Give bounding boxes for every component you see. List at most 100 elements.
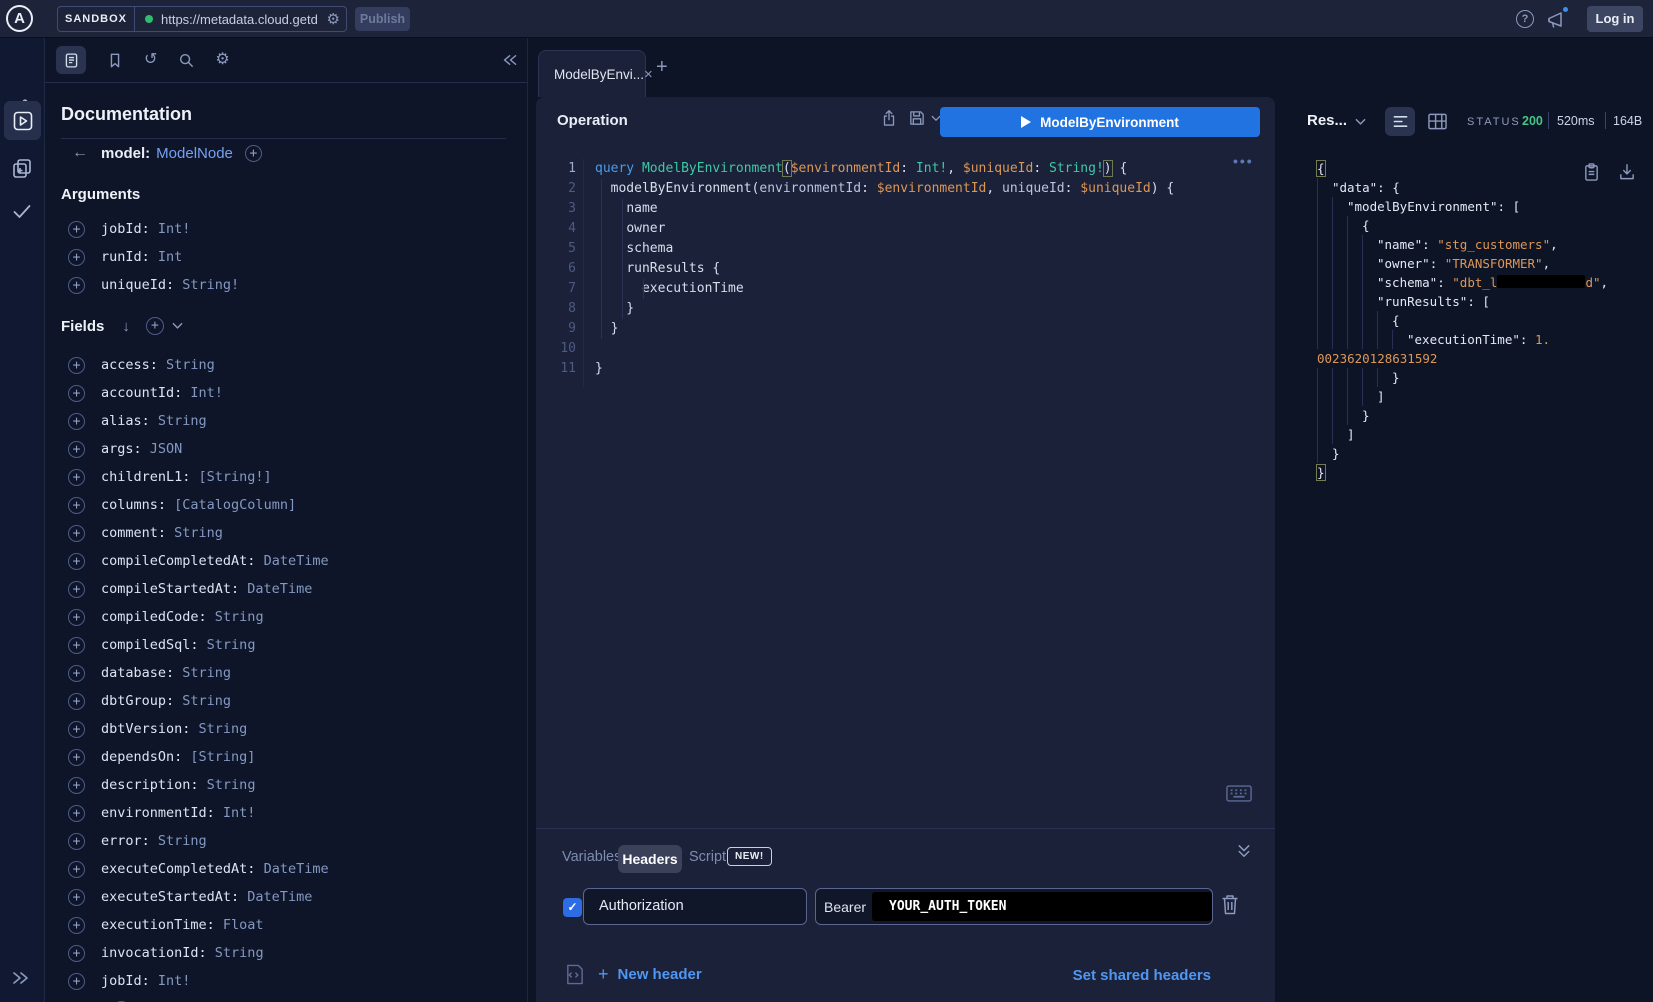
preflight-script-icon[interactable]: [564, 963, 585, 986]
field-row[interactable]: +accountId: Int!: [45, 379, 527, 407]
collections-icon[interactable]: [11, 157, 33, 179]
field-row[interactable]: +invocationId: String: [45, 939, 527, 967]
add-field-to-query-icon[interactable]: +: [68, 805, 85, 822]
breadcrumb-type-link[interactable]: ModelNode: [156, 145, 233, 162]
add-all-fields-icon[interactable]: +: [146, 317, 164, 335]
code-line[interactable]: 9 }: [536, 319, 1275, 339]
field-row[interactable]: +error: String: [45, 827, 527, 855]
publish-button[interactable]: Publish: [355, 7, 410, 31]
header-name-input[interactable]: Authorization: [583, 888, 807, 925]
field-row[interactable]: +executionTime: Float: [45, 911, 527, 939]
field-row[interactable]: +environmentId: Int!: [45, 799, 527, 827]
new-header-button[interactable]: + New header: [598, 965, 702, 983]
chevron-down-icon[interactable]: [172, 322, 183, 330]
field-row[interactable]: +executeCompletedAt: DateTime: [45, 855, 527, 883]
field-row[interactable]: +dependsOn: [String]: [45, 743, 527, 771]
field-row[interactable]: +database: String: [45, 659, 527, 687]
add-field-to-query-icon[interactable]: +: [68, 693, 85, 710]
query-editor[interactable]: 1query ModelByEnvironment($environmentId…: [536, 159, 1275, 379]
run-operation-button[interactable]: ModelByEnvironment: [940, 107, 1260, 137]
close-tab-icon[interactable]: ×: [644, 67, 653, 82]
response-dropdown-chevron-icon[interactable]: [1355, 118, 1366, 126]
code-line[interactable]: 3 name: [536, 199, 1275, 219]
settings-gear-icon[interactable]: ⚙: [215, 52, 229, 68]
field-row[interactable]: +dbtVersion: String: [45, 715, 527, 743]
sort-fields-icon[interactable]: ↓: [122, 318, 130, 335]
add-field-to-query-icon[interactable]: +: [68, 833, 85, 850]
argument-row[interactable]: +jobId: Int!: [45, 215, 527, 243]
set-shared-headers-link[interactable]: Set shared headers: [1073, 967, 1211, 984]
add-field-to-query-icon[interactable]: +: [68, 945, 85, 962]
field-row[interactable]: +compiledSql: String: [45, 631, 527, 659]
add-field-to-query-icon[interactable]: +: [68, 581, 85, 598]
add-field-to-query-icon[interactable]: +: [68, 889, 85, 906]
save-operation-icon[interactable]: [908, 109, 926, 127]
add-field-to-query-icon[interactable]: +: [68, 637, 85, 654]
bookmarks-icon[interactable]: [107, 52, 123, 69]
add-field-to-query-icon[interactable]: +: [68, 973, 85, 990]
code-line[interactable]: 11}: [536, 359, 1275, 379]
field-row[interactable]: +dbtGroup: String: [45, 687, 527, 715]
field-row[interactable]: +childrenL1: [String!]: [45, 463, 527, 491]
back-arrow-icon[interactable]: ←: [72, 144, 88, 162]
expand-rail-icon[interactable]: [10, 969, 30, 987]
delete-header-icon[interactable]: [1220, 893, 1240, 916]
code-line[interactable]: 4 owner: [536, 219, 1275, 239]
add-field-to-query-icon[interactable]: +: [68, 357, 85, 374]
search-icon[interactable]: [178, 52, 194, 68]
field-row[interactable]: +executeStartedAt: DateTime: [45, 883, 527, 911]
tab-variables[interactable]: Variables: [562, 849, 621, 865]
field-row[interactable]: +compiledCode: String: [45, 603, 527, 631]
field-row[interactable]: +compileCompletedAt: DateTime: [45, 547, 527, 575]
field-row[interactable]: +jobId: Int!: [45, 967, 527, 995]
header-enabled-checkbox[interactable]: ✓: [563, 898, 582, 917]
apollo-logo[interactable]: A: [6, 5, 33, 32]
add-field-to-query-icon[interactable]: +: [68, 609, 85, 626]
documentation-tab-selected[interactable]: [56, 46, 86, 74]
tab-headers-selected[interactable]: Headers: [618, 845, 682, 873]
argument-row[interactable]: +runId: Int: [45, 243, 527, 271]
add-field-to-query-icon[interactable]: +: [68, 861, 85, 878]
add-field-to-query-icon[interactable]: +: [68, 777, 85, 794]
add-field-to-query-icon[interactable]: +: [68, 441, 85, 458]
add-field-to-query-icon[interactable]: +: [68, 249, 85, 266]
add-field-to-query-icon[interactable]: +: [68, 469, 85, 486]
formatted-view-toggle-selected[interactable]: [1385, 107, 1415, 136]
login-button[interactable]: Log in: [1587, 6, 1643, 32]
add-field-to-query-icon[interactable]: +: [68, 385, 85, 402]
field-row[interactable]: +compileStartedAt: DateTime: [45, 575, 527, 603]
add-field-to-query-icon[interactable]: +: [68, 413, 85, 430]
collapse-panel-icon[interactable]: [502, 52, 519, 68]
add-field-to-query-icon[interactable]: +: [68, 749, 85, 766]
help-icon[interactable]: ?: [1516, 10, 1534, 28]
response-panel-title[interactable]: Res...: [1307, 112, 1347, 129]
operation-tab[interactable]: ModelByEnvi... ×: [538, 50, 646, 97]
endpoint-url-input[interactable]: https://metadata.cloud.getd: [161, 12, 319, 27]
add-field-to-query-icon[interactable]: +: [68, 525, 85, 542]
code-line[interactable]: 1query ModelByEnvironment($environmentId…: [536, 159, 1275, 179]
checks-icon[interactable]: [11, 200, 33, 222]
field-row[interactable]: +args: JSON: [45, 435, 527, 463]
code-line[interactable]: 7 executionTime: [536, 279, 1275, 299]
field-row[interactable]: +description: String: [45, 771, 527, 799]
table-view-toggle-icon[interactable]: [1427, 112, 1448, 131]
add-field-to-query-icon[interactable]: +: [68, 221, 85, 238]
auth-token-value[interactable]: YOUR_AUTH_TOKEN: [872, 892, 1212, 921]
argument-row[interactable]: +uniqueId: String!: [45, 271, 527, 299]
code-line[interactable]: 6 runResults {: [536, 259, 1275, 279]
header-value-input[interactable]: Bearer YOUR_AUTH_TOKEN: [815, 888, 1213, 925]
add-field-to-query-icon[interactable]: +: [68, 721, 85, 738]
collapse-sheet-icon[interactable]: [1236, 843, 1252, 860]
code-line[interactable]: 8 }: [536, 299, 1275, 319]
add-field-to-query-icon[interactable]: +: [68, 553, 85, 570]
add-field-to-query-icon[interactable]: +: [68, 917, 85, 934]
add-field-to-query-icon[interactable]: +: [68, 665, 85, 682]
field-row[interactable]: +columns: [CatalogColumn]: [45, 491, 527, 519]
history-icon[interactable]: ↺: [144, 52, 157, 68]
field-row[interactable]: +alias: String: [45, 407, 527, 435]
code-line[interactable]: 5 schema: [536, 239, 1275, 259]
new-tab-icon[interactable]: +: [656, 57, 668, 77]
code-line[interactable]: 2 modelByEnvironment(environmentId: $env…: [536, 179, 1275, 199]
explorer-nav-item-selected[interactable]: [4, 101, 41, 140]
keyboard-shortcuts-icon[interactable]: [1226, 785, 1252, 802]
